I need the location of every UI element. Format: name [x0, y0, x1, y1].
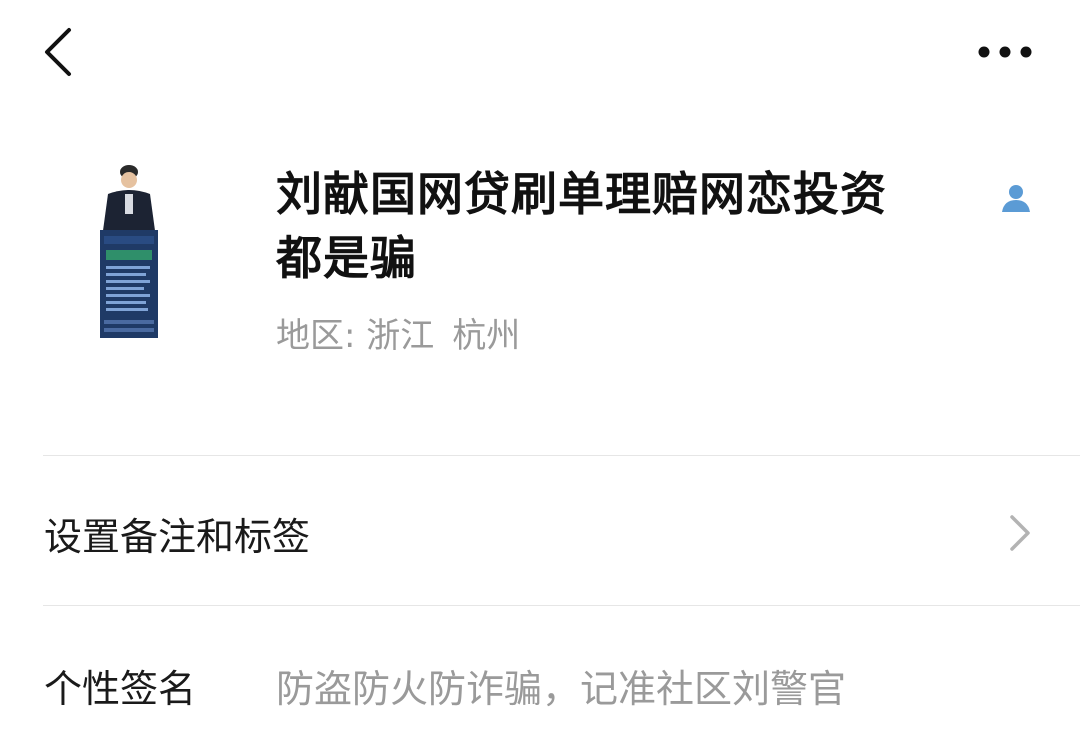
divider	[43, 455, 1080, 456]
signature-label: 个性签名	[44, 666, 197, 711]
name-block: 刘献国网贷刷单理赔网恋投资 都是骗 地区: 浙江 杭州	[276, 162, 1036, 360]
region-label: 地区:	[276, 316, 367, 356]
signature-row: 个性签名 防盗防火防诈骗，记准社区刘警官	[0, 610, 1080, 747]
region: 地区: 浙江 杭州	[276, 312, 1036, 360]
more-dots-icon	[978, 46, 1032, 58]
divider	[43, 605, 1080, 606]
contact-name-line1: 刘献国网贷刷单理赔网恋投资	[276, 167, 887, 221]
profile-header: 刘献国网贷刷单理赔网恋投资 都是骗 地区: 浙江 杭州	[0, 150, 1080, 390]
avatar[interactable]	[84, 158, 174, 338]
person-icon	[1002, 185, 1030, 212]
contact-profile-page: 刘献国网贷刷单理赔网恋投资 都是骗 地区: 浙江 杭州 设置备注和标签 个性签名 …	[0, 0, 1080, 747]
chevron-right-icon	[1010, 515, 1030, 551]
back-button[interactable]	[30, 22, 86, 82]
contact-name-line2: 都是骗	[276, 231, 417, 285]
more-button[interactable]	[970, 28, 1040, 76]
region-city: 杭州	[452, 316, 521, 356]
remark-tags-row[interactable]: 设置备注和标签	[0, 458, 1080, 608]
region-province: 浙江	[366, 316, 435, 356]
top-bar	[0, 0, 1080, 110]
police-officer-avatar-image	[100, 165, 158, 338]
name-row: 刘献国网贷刷单理赔网恋投资	[276, 162, 1030, 226]
remark-tags-label: 设置备注和标签	[44, 514, 311, 559]
chevron-left-icon	[45, 28, 71, 76]
signature-value: 防盗防火防诈骗，记准社区刘警官	[276, 666, 847, 711]
